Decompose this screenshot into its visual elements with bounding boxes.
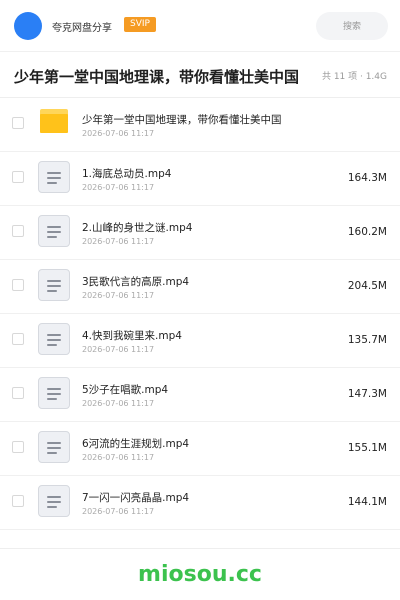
- select-checkbox[interactable]: [12, 441, 24, 453]
- item-size: 147.3M: [347, 388, 387, 400]
- item-date: 2026-07-06 11:17: [82, 507, 155, 516]
- file-list: 少年第一堂中国地理课，带你看懂壮美中国 2026-07-06 11:17 1.海…: [0, 98, 400, 530]
- item-size: 135.7M: [347, 334, 387, 346]
- item-name: 2.山峰的身世之谜.mp4: [82, 222, 193, 234]
- video-file-icon: [38, 215, 70, 247]
- item-date: 2026-07-06 11:17: [82, 345, 155, 354]
- item-name: 3民歌代言的高原.mp4: [82, 276, 190, 288]
- item-date: 2026-07-06 11:17: [82, 183, 155, 192]
- list-item[interactable]: 7一闪一闪亮晶晶.mp4 2026-07-06 11:17 144.1M: [0, 476, 400, 530]
- video-file-icon: [38, 269, 70, 301]
- watermark: miosou.cc: [138, 562, 262, 587]
- search-button[interactable]: 搜索: [316, 12, 388, 40]
- item-name: 5沙子在唱歌.mp4: [82, 384, 169, 396]
- page-title: 少年第一堂中国地理课，带你看懂壮美中国: [14, 68, 300, 86]
- select-checkbox[interactable]: [12, 225, 24, 237]
- video-file-icon: [38, 431, 70, 463]
- select-checkbox[interactable]: [12, 117, 24, 129]
- item-date: 2026-07-06 11:17: [82, 399, 155, 408]
- item-size: 204.5M: [347, 280, 387, 292]
- avatar[interactable]: [14, 12, 42, 40]
- video-file-icon: [38, 323, 70, 355]
- item-size: 160.2M: [347, 226, 387, 238]
- list-item[interactable]: 1.海底总动员.mp4 2026-07-06 11:17 164.3M: [0, 152, 400, 206]
- select-checkbox[interactable]: [12, 279, 24, 291]
- item-size: 144.1M: [347, 496, 387, 508]
- list-item[interactable]: 4.快到我碗里来.mp4 2026-07-06 11:17 135.7M: [0, 314, 400, 368]
- video-file-icon: [38, 377, 70, 409]
- item-name: 6河流的生涯规划.mp4: [82, 438, 190, 450]
- item-date: 2026-07-06 11:17: [82, 453, 155, 462]
- item-name: 7一闪一闪亮晶晶.mp4: [82, 492, 190, 504]
- item-name: 少年第一堂中国地理课，带你看懂壮美中国: [82, 114, 282, 126]
- item-date: 2026-07-06 11:17: [82, 129, 155, 138]
- list-item[interactable]: 6河流的生涯规划.mp4 2026-07-06 11:17 155.1M: [0, 422, 400, 476]
- folder-icon: [40, 109, 68, 133]
- item-date: 2026-07-06 11:17: [82, 291, 155, 300]
- list-item-folder[interactable]: 少年第一堂中国地理课，带你看懂壮美中国 2026-07-06 11:17: [0, 98, 400, 152]
- select-checkbox[interactable]: [12, 495, 24, 507]
- list-item[interactable]: 2.山峰的身世之谜.mp4 2026-07-06 11:17 160.2M: [0, 206, 400, 260]
- share-summary: 共 11 项 · 1.4G: [321, 72, 387, 82]
- item-name: 1.海底总动员.mp4: [82, 168, 172, 180]
- select-checkbox[interactable]: [12, 387, 24, 399]
- footer-divider: [0, 548, 400, 549]
- list-item[interactable]: 5沙子在唱歌.mp4 2026-07-06 11:17 147.3M: [0, 368, 400, 422]
- share-title-bar: 少年第一堂中国地理课，带你看懂壮美中国 共 11 项 · 1.4G: [0, 52, 400, 98]
- svip-badge: SVIP: [124, 17, 156, 32]
- item-name: 4.快到我碗里来.mp4: [82, 330, 182, 342]
- app-name: 夸克网盘分享: [52, 23, 112, 34]
- item-date: 2026-07-06 11:17: [82, 237, 155, 246]
- item-size: 155.1M: [347, 442, 387, 454]
- select-checkbox[interactable]: [12, 171, 24, 183]
- top-bar: 夸克网盘分享 SVIP 搜索: [0, 0, 400, 52]
- list-item[interactable]: 3民歌代言的高原.mp4 2026-07-06 11:17 204.5M: [0, 260, 400, 314]
- select-checkbox[interactable]: [12, 333, 24, 345]
- video-file-icon: [38, 161, 70, 193]
- item-size: 164.3M: [347, 172, 387, 184]
- video-file-icon: [38, 485, 70, 517]
